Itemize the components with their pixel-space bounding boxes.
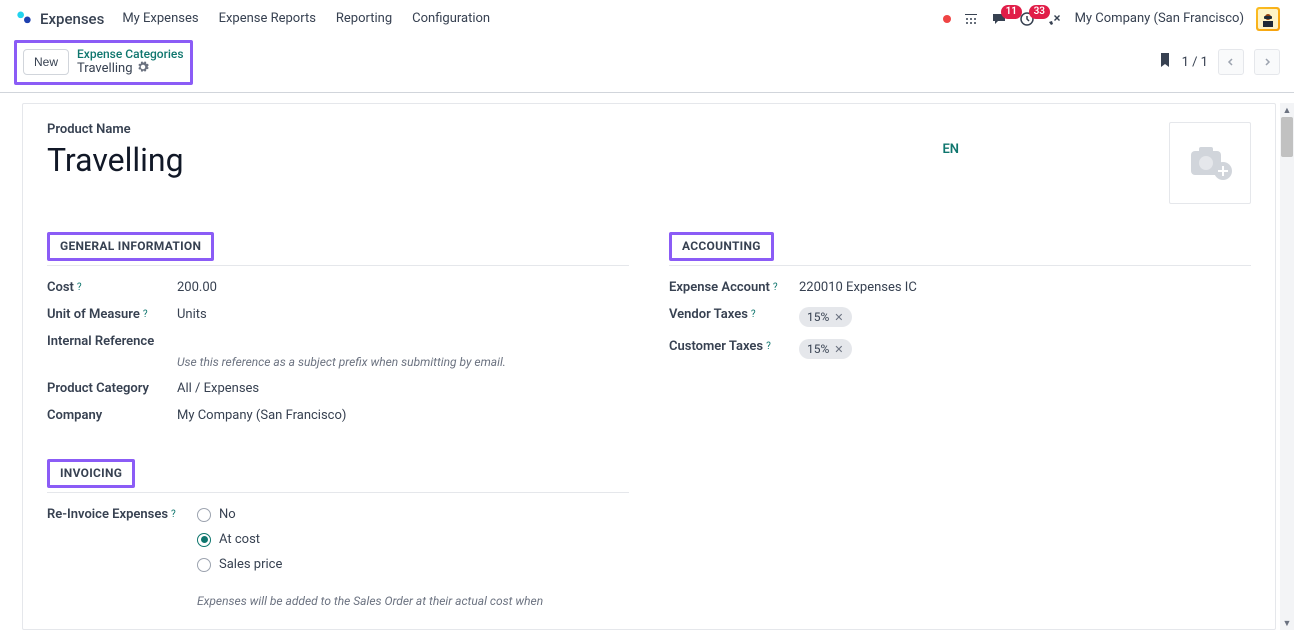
company-value[interactable]: My Company (San Francisco) xyxy=(177,408,346,423)
remove-tag-icon[interactable]: ✕ xyxy=(834,311,843,324)
product-category-value[interactable]: All / Expenses xyxy=(177,381,259,396)
reinvoice-hint: Expenses will be added to the Sales Orde… xyxy=(197,594,543,608)
bookmark-icon[interactable] xyxy=(1158,52,1172,72)
nav-configuration[interactable]: Configuration xyxy=(412,11,490,26)
nav-my-expenses[interactable]: My Expenses xyxy=(122,11,198,26)
help-icon[interactable]: ? xyxy=(77,282,82,293)
pager-text[interactable]: 1 / 1 xyxy=(1182,55,1208,70)
activities-icon[interactable]: 33 xyxy=(1019,11,1035,27)
company-switcher[interactable]: My Company (San Francisco) xyxy=(1075,11,1244,26)
customer-tax-chip[interactable]: 15%✕ xyxy=(799,339,852,359)
breadcrumb-current: Travelling xyxy=(77,61,132,77)
content-area: ▲ ▼ Product Name Travelling EN GENERAL I… xyxy=(0,103,1294,630)
help-icon[interactable]: ? xyxy=(171,509,176,520)
scrollbar[interactable]: ▲ ▼ xyxy=(1280,103,1294,630)
user-avatar[interactable] xyxy=(1256,7,1280,31)
nav-reporting[interactable]: Reporting xyxy=(336,11,392,26)
section-title-general: GENERAL INFORMATION xyxy=(60,239,201,253)
scrollbar-thumb[interactable] xyxy=(1281,117,1293,157)
expense-account-value[interactable]: 220010 Expenses IC xyxy=(799,280,917,295)
highlight-accounting: ACCOUNTING xyxy=(669,232,774,261)
internal-ref-label: Internal Reference xyxy=(47,334,177,349)
language-badge[interactable]: EN xyxy=(942,142,959,157)
recording-indicator-icon[interactable] xyxy=(943,15,951,23)
messages-icon[interactable]: 11 xyxy=(991,11,1007,27)
help-icon[interactable]: ? xyxy=(773,282,778,293)
product-category-label: Product Category xyxy=(47,381,177,396)
highlight-invoicing: INVOICING xyxy=(47,459,135,488)
breadcrumb-parent[interactable]: Expense Categories xyxy=(77,47,184,61)
product-image-placeholder[interactable] xyxy=(1169,122,1251,204)
vendor-taxes-label: Vendor Taxes xyxy=(669,307,748,322)
accounting-section: ACCOUNTING Expense Account? 220010 Expen… xyxy=(669,232,1251,620)
company-label: Company xyxy=(47,408,177,423)
product-name-label: Product Name xyxy=(47,122,942,137)
app-name[interactable]: Expenses xyxy=(40,10,104,28)
help-icon[interactable]: ? xyxy=(751,309,756,320)
general-information-section: GENERAL INFORMATION Cost? 200.00 Unit of… xyxy=(47,232,629,620)
reinvoice-label: Re-Invoice Expenses xyxy=(47,507,168,522)
help-icon[interactable]: ? xyxy=(766,341,771,352)
scroll-up-icon[interactable]: ▲ xyxy=(1280,103,1294,117)
expense-account-label: Expense Account xyxy=(669,280,770,295)
expenses-app-icon[interactable] xyxy=(14,9,34,29)
gear-icon[interactable] xyxy=(137,61,149,78)
product-name-value[interactable]: Travelling xyxy=(47,141,942,179)
section-title-invoicing: INVOICING xyxy=(60,466,122,480)
control-bar: New Expense Categories Travelling 1 / 1 xyxy=(0,38,1294,93)
topright-tray: 11 33 My Company (San Francisco) xyxy=(943,7,1280,31)
scroll-down-icon[interactable]: ▼ xyxy=(1280,616,1294,630)
help-icon[interactable]: ? xyxy=(143,309,148,320)
debug-icon[interactable] xyxy=(1047,11,1063,27)
section-title-accounting: ACCOUNTING xyxy=(682,239,761,253)
radio-sales-price[interactable]: Sales price xyxy=(197,557,543,572)
customer-taxes-label: Customer Taxes xyxy=(669,339,763,354)
cost-value[interactable]: 200.00 xyxy=(177,280,217,295)
internal-ref-hint: Use this reference as a subject prefix w… xyxy=(177,355,629,369)
breadcrumb: Expense Categories Travelling xyxy=(77,47,184,78)
radio-no[interactable]: No xyxy=(197,507,543,522)
vendor-tax-chip[interactable]: 15%✕ xyxy=(799,307,852,327)
remove-tag-icon[interactable]: ✕ xyxy=(834,343,843,356)
form-sheet: Product Name Travelling EN GENERAL INFOR… xyxy=(22,103,1276,630)
radio-at-cost[interactable]: At cost xyxy=(197,532,543,547)
nav-expense-reports[interactable]: Expense Reports xyxy=(219,11,316,26)
cost-label: Cost xyxy=(47,280,74,295)
highlight-general-info: GENERAL INFORMATION xyxy=(47,232,214,261)
pager-next-button[interactable] xyxy=(1254,49,1280,75)
dialpad-icon[interactable] xyxy=(963,11,979,27)
uom-label: Unit of Measure xyxy=(47,307,140,322)
uom-value[interactable]: Units xyxy=(177,307,207,322)
new-button[interactable]: New xyxy=(23,49,69,75)
highlight-breadcrumb: New Expense Categories Travelling xyxy=(14,40,193,85)
pager-prev-button[interactable] xyxy=(1218,49,1244,75)
top-nav: Expenses My Expenses Expense Reports Rep… xyxy=(0,0,1294,38)
